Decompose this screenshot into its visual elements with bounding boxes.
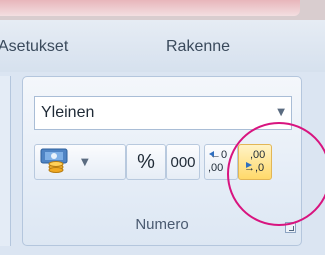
title-highlight — [0, 0, 300, 16]
accounting-format-button[interactable]: ▼ — [34, 144, 126, 180]
window-title-strip — [0, 0, 325, 20]
dropdown-arrow-icon: ▼ — [277, 107, 285, 118]
highlight-circle — [227, 122, 325, 226]
percent-style-button[interactable]: % — [126, 144, 166, 180]
svg-text:,00: ,00 — [208, 162, 223, 174]
tab-rakenne[interactable]: Rakenne — [166, 38, 230, 56]
accounting-format-icon — [39, 147, 73, 177]
ribbon-tab-bar: Asetukset Rakenne — [0, 20, 325, 72]
percent-label: % — [137, 150, 155, 173]
tab-asetukset[interactable]: Asetukset — [0, 38, 68, 56]
number-format-select[interactable]: Yleinen ▼ — [34, 96, 292, 130]
chevron-down-icon[interactable]: ▼ — [81, 157, 89, 168]
comma-label: 000 — [170, 153, 196, 171]
number-format-value: Yleinen — [41, 104, 95, 121]
comma-style-button[interactable]: 000 — [166, 144, 200, 180]
previous-group-edge — [0, 76, 11, 246]
